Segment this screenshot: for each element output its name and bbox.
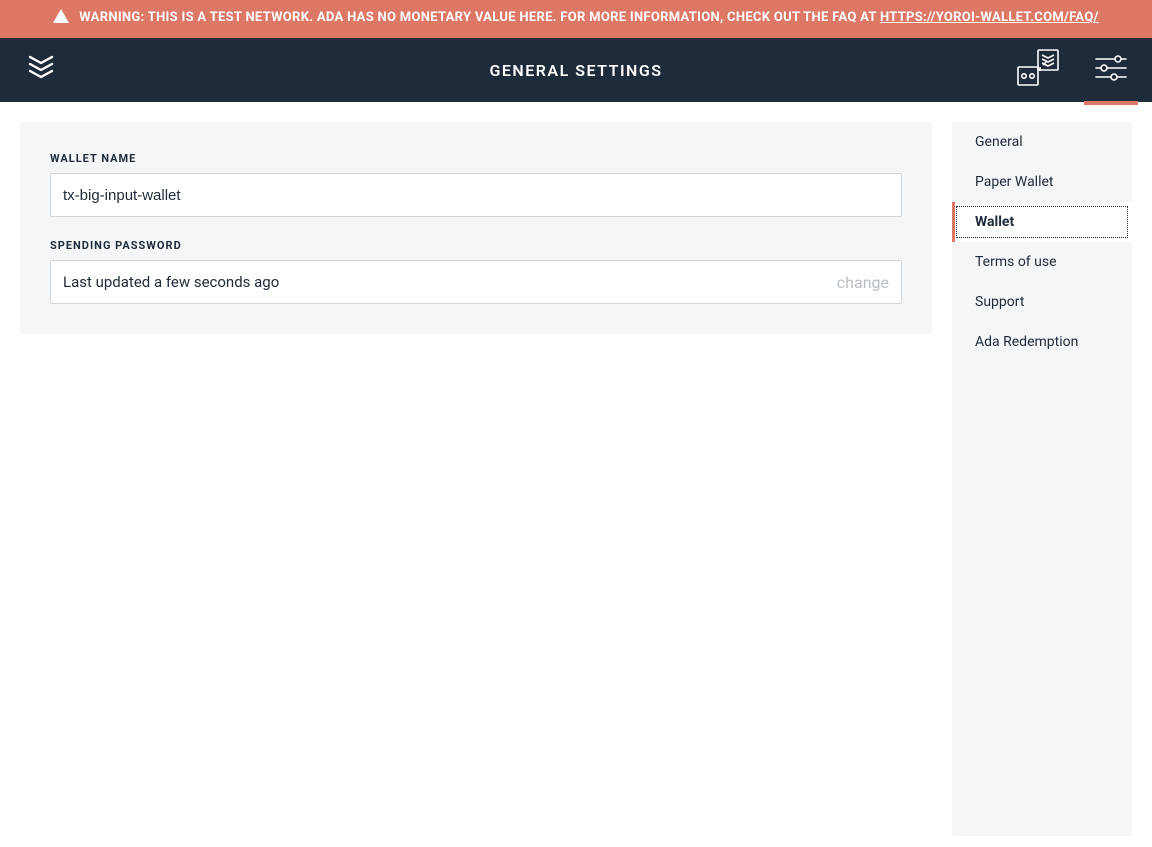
spending-password-row: Last updated a few seconds ago change (50, 260, 902, 304)
warning-text: WARNING: THIS IS A TEST NETWORK. ADA HAS… (79, 10, 880, 25)
active-tab-indicator (1084, 101, 1138, 105)
spending-password-status: Last updated a few seconds ago (63, 273, 279, 291)
sidebar-item-support[interactable]: Support (952, 282, 1132, 322)
warning-faq-link[interactable]: HTTPS://YOROI-WALLET.COM/FAQ/ (880, 10, 1099, 25)
sidebar-item-general[interactable]: General (952, 122, 1132, 162)
wallet-settings-card: WALLET NAME SPENDING PASSWORD Last updat… (20, 122, 932, 334)
change-password-button[interactable]: change (837, 273, 889, 292)
test-network-warning-banner: WARNING: THIS IS A TEST NETWORK. ADA HAS… (0, 0, 1152, 38)
app-logo[interactable] (24, 51, 58, 89)
settings-icon[interactable] (1094, 53, 1128, 87)
page-title: GENERAL SETTINGS (489, 61, 662, 80)
sidebar-item-ada-redemption[interactable]: Ada Redemption (952, 322, 1132, 362)
spending-password-label: SPENDING PASSWORD (50, 239, 902, 252)
wallet-name-input[interactable] (50, 173, 902, 217)
sidebar-item-terms-of-use[interactable]: Terms of use (952, 242, 1132, 282)
sidebar-item-paper-wallet[interactable]: Paper Wallet (952, 162, 1132, 202)
wallet-name-label: WALLET NAME (50, 152, 902, 165)
top-bar: GENERAL SETTINGS (0, 38, 1152, 102)
warning-icon (53, 9, 69, 30)
wallets-icon[interactable] (1016, 49, 1060, 91)
sidebar-item-wallet[interactable]: Wallet (952, 202, 1132, 242)
settings-sidebar: General Paper Wallet Wallet Terms of use… (952, 122, 1132, 836)
